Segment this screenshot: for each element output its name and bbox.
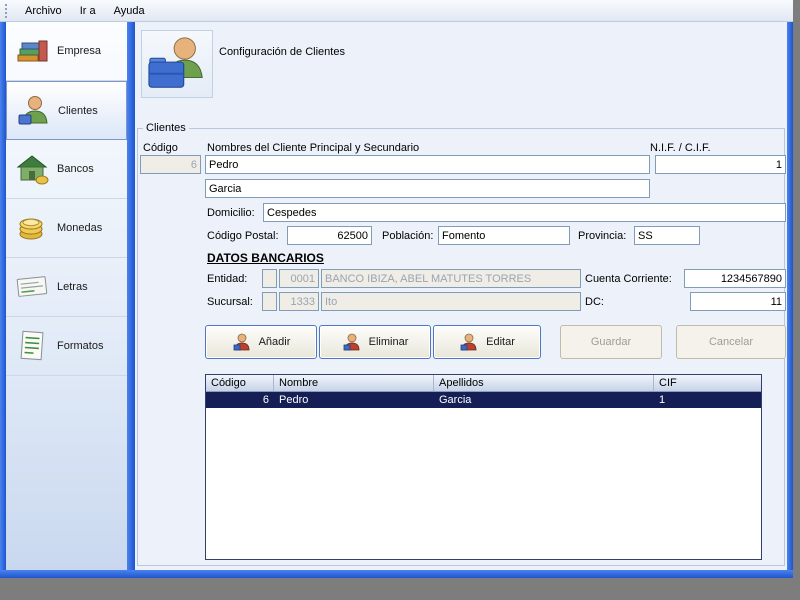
bancos-icon xyxy=(14,151,50,187)
clientes-group-legend: Clientes xyxy=(146,122,186,134)
letras-icon xyxy=(14,269,50,305)
menu-archivo[interactable]: Archivo xyxy=(16,1,71,21)
page-title: Configuración de Clientes xyxy=(219,46,345,58)
sidebar-item-label: Letras xyxy=(57,281,88,293)
sidebar-main-divider xyxy=(127,22,135,570)
sucursal-label: Sucursal: xyxy=(207,296,253,308)
cell-apellidos: Garcia xyxy=(439,394,472,406)
cell-nombre: Pedro xyxy=(279,394,309,406)
anadir-button[interactable]: Añadir xyxy=(205,325,317,359)
menu-bar: Archivo Ir a Ayuda xyxy=(0,0,793,22)
eliminar-label: Eliminar xyxy=(368,336,409,348)
entidad-label: Entidad: xyxy=(207,273,248,285)
person-edit-icon xyxy=(459,332,479,352)
nombre-input[interactable] xyxy=(205,155,650,174)
domicilio-input[interactable] xyxy=(263,203,786,222)
formatos-icon xyxy=(14,328,50,364)
grid-header-cif[interactable]: CIF xyxy=(654,375,761,391)
sidebar-item-monedas[interactable]: Monedas xyxy=(6,199,127,258)
toolbar-grip-handle[interactable] xyxy=(5,3,9,18)
sucursal-lookup-box xyxy=(262,292,277,311)
clients-grid: Código Nombre Apellidos CIF 6 Pedro Garc… xyxy=(205,374,762,560)
grid-header-row: Código Nombre Apellidos CIF xyxy=(206,375,761,392)
poblacion-label: Población: xyxy=(382,230,434,242)
window-border-bottom xyxy=(0,570,793,578)
codigo-field xyxy=(140,155,201,174)
sidebar: Empresa Clientes Bancos Monedas Letras F… xyxy=(6,22,127,570)
grid-header-nombre[interactable]: Nombre xyxy=(274,375,434,391)
editar-button[interactable]: Editar xyxy=(433,325,541,359)
cuenta-corriente-input[interactable] xyxy=(684,269,786,288)
sidebar-item-formatos[interactable]: Formatos xyxy=(6,317,127,376)
codigo-label: Código xyxy=(143,142,178,154)
sidebar-item-label: Clientes xyxy=(58,104,98,117)
entidad-codigo-field xyxy=(279,269,319,288)
guardar-button: Guardar xyxy=(560,325,662,359)
domicilio-label: Domicilio: xyxy=(207,207,255,219)
sucursal-nombre-field xyxy=(321,292,581,311)
table-row[interactable]: 6 Pedro Garcia 1 xyxy=(206,392,761,408)
sidebar-item-label: Empresa xyxy=(57,45,102,57)
anadir-label: Añadir xyxy=(258,336,291,348)
sidebar-item-label: Formatos xyxy=(57,340,104,352)
app-window: Archivo Ir a Ayuda Empresa Clientes Banc… xyxy=(0,0,793,578)
menu-ayuda[interactable]: Ayuda xyxy=(105,1,154,21)
codigo-postal-label: Código Postal: xyxy=(207,230,279,242)
sucursal-codigo-field xyxy=(279,292,319,311)
entidad-nombre-field xyxy=(321,269,581,288)
menu-ir-a[interactable]: Ir a xyxy=(71,1,105,21)
apellidos-input[interactable] xyxy=(205,179,650,198)
cell-codigo: 6 xyxy=(262,394,269,406)
datos-bancarios-title: DATOS BANCARIOS xyxy=(207,251,324,265)
sidebar-item-label: Bancos xyxy=(57,163,94,175)
person-add-icon xyxy=(232,332,252,352)
provincia-label: Provincia: xyxy=(578,230,627,242)
sidebar-item-empresa[interactable]: Empresa xyxy=(6,22,127,81)
grid-header-codigo[interactable]: Código xyxy=(206,375,274,391)
clientes-header-icon xyxy=(141,30,213,98)
eliminar-button[interactable]: Eliminar xyxy=(319,325,431,359)
window-border-right xyxy=(787,22,793,570)
poblacion-input[interactable] xyxy=(438,226,570,245)
dc-input[interactable] xyxy=(690,292,786,311)
editar-label: Editar xyxy=(486,336,515,348)
codigo-postal-input[interactable] xyxy=(287,226,372,245)
dc-label: DC: xyxy=(585,296,604,308)
provincia-input[interactable] xyxy=(634,226,700,245)
empresa-icon xyxy=(14,33,50,69)
sidebar-item-bancos[interactable]: Bancos xyxy=(6,140,127,199)
main-panel: Configuración de Clientes Clientes Códig… xyxy=(135,22,787,570)
clientes-icon xyxy=(15,93,51,129)
nombres-label: Nombres del Cliente Principal y Secundar… xyxy=(207,142,420,154)
grid-header-apellidos[interactable]: Apellidos xyxy=(434,375,654,391)
sidebar-item-label: Monedas xyxy=(57,222,103,234)
nif-input[interactable] xyxy=(655,155,786,174)
cell-cif: 1 xyxy=(659,394,666,406)
sidebar-item-clientes[interactable]: Clientes xyxy=(6,81,127,140)
sidebar-item-letras[interactable]: Letras xyxy=(6,258,127,317)
cuenta-corriente-label: Cuenta Corriente: xyxy=(585,273,672,285)
cancelar-button: Cancelar xyxy=(676,325,786,359)
cancelar-label: Cancelar xyxy=(708,336,754,348)
monedas-icon xyxy=(14,210,50,246)
person-delete-icon xyxy=(342,332,362,352)
guardar-label: Guardar xyxy=(590,336,632,348)
nif-label: N.I.F. / C.I.F. xyxy=(650,142,711,154)
entidad-lookup-box xyxy=(262,269,277,288)
